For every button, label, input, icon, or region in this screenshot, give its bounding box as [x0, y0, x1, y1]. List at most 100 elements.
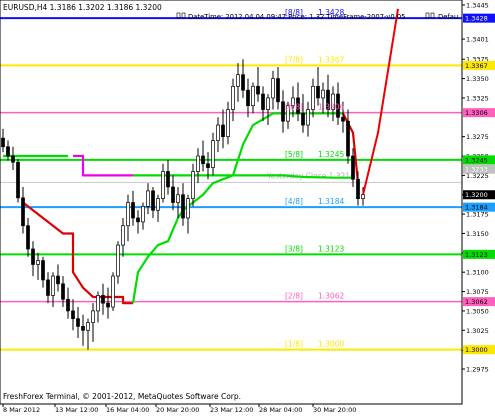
candle-body [181, 194, 185, 219]
price-badge-label: 1.3123 [465, 251, 488, 259]
price-tick-label: 1.3350 [466, 75, 489, 83]
price-tick-label: 1.2975 [466, 366, 489, 374]
candle-body [71, 310, 75, 320]
price-tick-label: 1.3325 [466, 94, 489, 102]
candle-body [246, 89, 250, 107]
candle-body [171, 186, 175, 203]
candle-body [16, 161, 20, 199]
time-tick-label: 16 Mar 04:00 [106, 406, 149, 414]
candle-body [101, 295, 105, 304]
candle-body [156, 198, 160, 211]
truncated-label: Defau [438, 13, 458, 21]
copyright-footer: FreshForex Terminal, © 2001-2012, MetaQu… [3, 392, 241, 401]
candle-body [11, 155, 15, 163]
candle-body [251, 85, 255, 107]
murrey-level-value: 1.3367 [318, 55, 344, 64]
candle-body [61, 283, 65, 300]
candle-body [261, 93, 265, 110]
candle-body [111, 275, 115, 308]
candle-body [51, 275, 55, 296]
candle-body [256, 85, 260, 95]
time-tick-label: 30 Mar 20:00 [313, 406, 356, 414]
candle-body [151, 190, 155, 211]
murrey-level-value: 1.3245 [318, 150, 344, 159]
price-badge-label: 1.3367 [465, 62, 488, 70]
candle-body [341, 116, 345, 122]
murrey-level-label: [2/8] [285, 292, 303, 301]
price-badge-label: 1.3306 [465, 109, 488, 117]
murrey-level-label: [4/8] [285, 197, 303, 206]
price-tick-label: 1.3150 [466, 230, 489, 238]
time-tick-label: 23 Mar 12:00 [210, 406, 253, 414]
murrey-level-label: [7/8] [285, 55, 303, 64]
candle-body [346, 120, 350, 157]
candle-body [221, 124, 225, 138]
murrey-level-label: [6/8] [285, 103, 303, 112]
price-badge-label: 1.3245 [465, 156, 488, 164]
time-tick-label: 20 Mar 20:00 [156, 406, 199, 414]
candle-body [66, 298, 70, 312]
candle-body [116, 244, 120, 277]
price-badge-label: 1.3062 [465, 298, 488, 306]
candle-body [76, 318, 80, 327]
price-tick-label: 1.3401 [466, 36, 489, 44]
time-tick-label: 8 Mar 2012 [3, 406, 40, 414]
price-tick-label: 1.3275 [466, 133, 489, 141]
murrey-level-value: 1.3184 [318, 197, 344, 206]
candle-body [201, 155, 205, 165]
symbol-line: EURUSD,H4 1.3186 1.3202 1.3186 1.3200 [3, 3, 162, 12]
candle-body [241, 74, 245, 91]
candle-body [236, 74, 240, 87]
candle-body [56, 275, 60, 285]
price-chart: Yesterday Close 1.3216 [8/8] 1.3428[7/8] 1… [0, 0, 495, 417]
murrey-level-value: 1.3306 [318, 103, 344, 112]
candle-body [226, 109, 230, 138]
price-tick-label: 1.3025 [466, 327, 489, 335]
candle-body [301, 113, 305, 126]
candle-body [46, 279, 50, 296]
candle-body [266, 97, 270, 110]
info-line: DateTime: 2012.04.04 09:47 Price: 1.32 T… [188, 13, 405, 21]
price-badge-label: 1.3184 [465, 204, 488, 212]
candle-body [41, 260, 45, 281]
candle-body [161, 171, 165, 199]
price-tick-label: 1.3050 [466, 307, 489, 315]
price-tick-label: 1.3075 [466, 288, 489, 296]
candle-body [311, 85, 315, 110]
price-tick-label: 1.3175 [466, 211, 489, 219]
candle-body [196, 155, 200, 172]
candle-body [26, 225, 30, 250]
candle-body [186, 198, 190, 219]
candle-body [86, 322, 90, 331]
candle-body [276, 78, 280, 103]
candle-body [206, 163, 210, 168]
candle-body [136, 217, 140, 223]
candle-body [146, 190, 150, 207]
murrey-level-value: 1.3062 [318, 292, 344, 301]
candle-body [91, 310, 95, 323]
candle-body [166, 171, 170, 188]
candle-body [1, 137, 5, 148]
candle-body [21, 197, 25, 227]
candle-body [321, 89, 325, 99]
candle-body [216, 124, 220, 141]
candle-body [6, 146, 10, 157]
price-badge-label: 1.3000 [465, 346, 488, 354]
candle-body [356, 178, 360, 199]
time-tick-label: 13 Mar 12:00 [55, 406, 98, 414]
candle-body [271, 78, 275, 99]
candle-body [31, 248, 35, 265]
murrey-level-label: [5/8] [285, 150, 303, 159]
price-tick-label: 1.3100 [466, 269, 489, 277]
candle-body [231, 85, 235, 110]
candle-body [351, 155, 355, 180]
candle-body [96, 295, 100, 312]
murrey-level-label: [3/8] [285, 244, 303, 253]
candle-body [121, 225, 125, 246]
price-tick-label: 1.3445 [466, 2, 489, 10]
candle-body [141, 206, 145, 223]
candle-body [131, 202, 135, 219]
murrey-level-label: [1/8] [285, 340, 303, 349]
candle-body [361, 194, 365, 199]
candle-body [306, 109, 310, 126]
